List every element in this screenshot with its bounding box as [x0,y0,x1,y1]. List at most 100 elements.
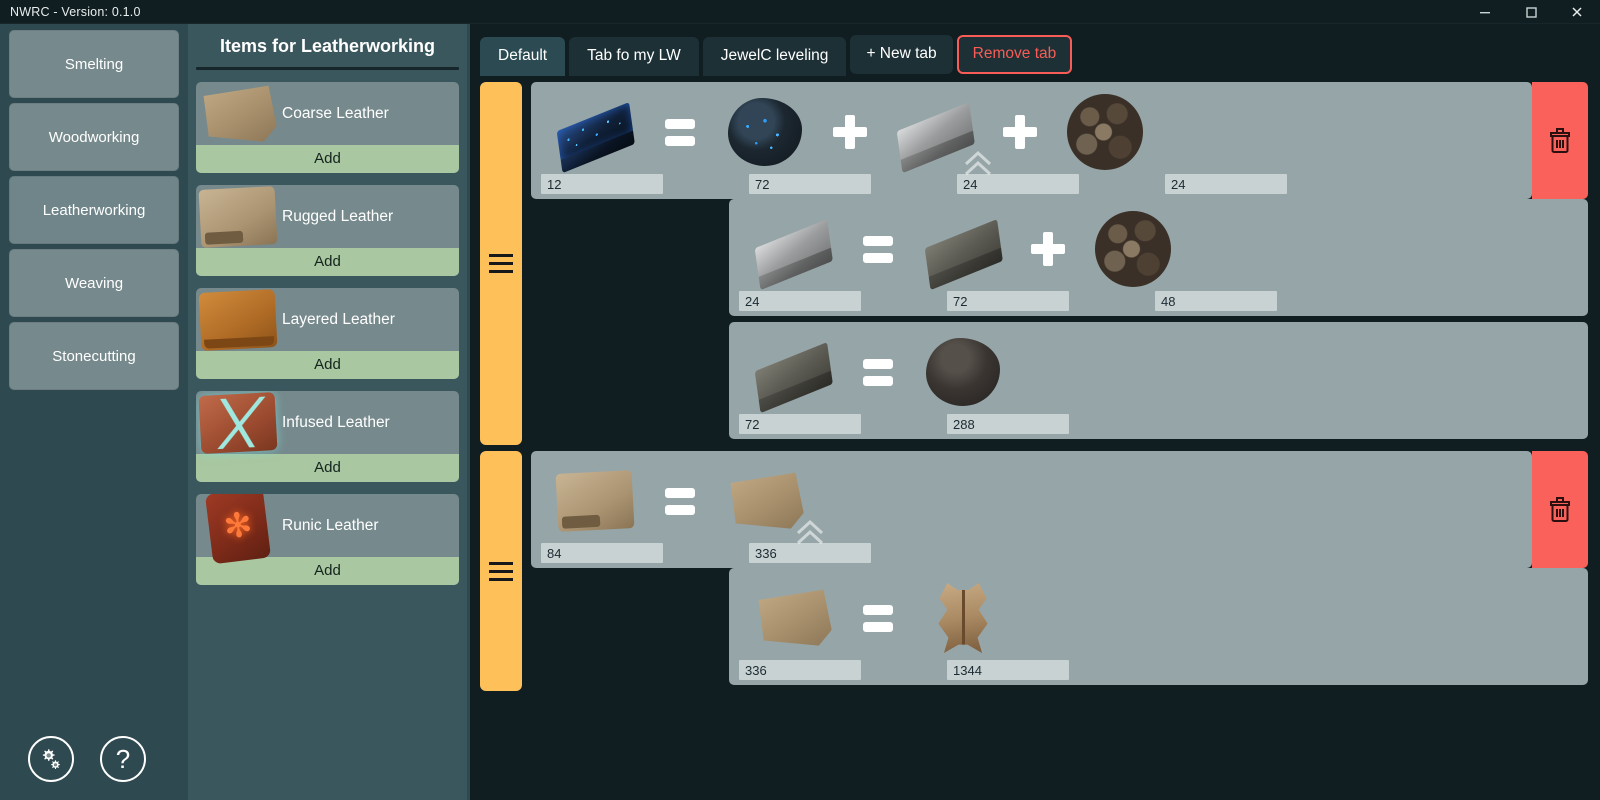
quantity-input[interactable] [541,174,663,194]
infused-leather-icon [198,391,278,454]
item-label: Rugged Leather [282,207,394,225]
gears-icon [42,749,60,769]
layered-leather-icon [198,288,278,351]
charcoal-icon [1079,209,1187,289]
recipe-slot [711,92,819,172]
add-item-button[interactable]: Add [196,454,459,482]
sidebar-item-label: Woodworking [48,128,140,146]
sidebar-item-stonecutting[interactable]: Stonecutting [9,322,179,390]
minimize-icon [1480,11,1490,13]
recipe-row [531,451,1532,568]
plus-icon [999,92,1041,172]
maximize-icon [1526,6,1537,18]
app-body: Smelting Woodworking Leatherworking Weav… [0,24,1600,800]
recipe-slot [909,578,1017,658]
drag-handle[interactable] [480,82,522,445]
items-panel-divider [196,67,459,70]
remove-tab-button[interactable]: Remove tab [956,35,1073,74]
iron-ore-icon [909,332,1017,412]
steel-ingot-icon [739,209,847,289]
question-mark-icon: ? [115,744,131,774]
recipe-row [729,199,1588,316]
tab-bar: Default Tab fo my LW JewelC leveling + N… [470,24,1600,76]
tab-tab-fo-my-lw[interactable]: Tab fo my LW [569,37,699,76]
quantity-input[interactable] [739,414,861,434]
recipe-quantity-fields [531,174,1532,199]
recipe-quantity-fields [531,543,1532,568]
recipe-slot [739,209,847,289]
delete-recipe-button[interactable] [1532,82,1588,199]
recipe-slot [739,578,847,658]
plus-icon [829,92,871,172]
help-button[interactable]: ? [100,736,146,782]
maximize-button[interactable] [1508,0,1554,24]
field-spacer [883,660,925,680]
quantity-input[interactable] [947,660,1069,680]
field-spacer [883,414,925,434]
tab-jewelc-leveling[interactable]: JewelC leveling [702,37,847,76]
sidebar-item-label: Smelting [64,55,124,73]
item-label: Runic Leather [282,516,379,534]
equals-icon [857,209,899,289]
item-row: Runic Leather [196,494,459,564]
equals-icon [857,578,899,658]
quantity-input[interactable] [947,414,1069,434]
quantity-input[interactable] [749,174,871,194]
sidebar: Smelting Woodworking Leatherworking Weav… [0,24,188,800]
item-row: Layered Leather [196,288,459,351]
sidebar-item-label: Weaving [64,274,124,292]
close-button[interactable] [1554,0,1600,24]
settings-button[interactable] [28,736,74,782]
recipe-slots [531,82,1532,176]
recipe-slots [531,451,1532,545]
drag-handle[interactable] [480,451,522,691]
field-spacer [685,174,727,194]
collapse-toggle-button[interactable] [793,517,827,547]
quantity-input[interactable] [1155,291,1277,311]
quantity-input[interactable] [947,291,1069,311]
add-item-button[interactable]: Add [196,248,459,276]
quantity-input[interactable] [1165,174,1287,194]
coarse-leather-icon [711,461,824,545]
close-icon [1572,6,1582,17]
list-item: Coarse Leather Add [196,82,459,173]
recipe-row [729,568,1588,685]
quantity-input[interactable] [739,291,861,311]
item-label: Coarse Leather [282,104,389,122]
recipe-quantity-fields [729,660,1588,685]
starmetal-ingot-icon [541,92,649,172]
recipe-slot [1079,209,1187,289]
sidebar-item-label: Leatherworking [42,201,146,219]
field-spacer [893,174,935,194]
recipe-quantity-fields [729,291,1588,316]
item-row: Coarse Leather [196,82,459,145]
collapse-toggle-button[interactable] [961,148,995,178]
plus-icon [1027,209,1069,289]
recipe-slot [541,92,649,172]
sidebar-item-smelting[interactable]: Smelting [9,30,179,98]
new-tab-button[interactable]: + New tab [850,35,953,74]
recipe-slots [729,199,1588,291]
sidebar-bottom-bar: ? [0,736,188,782]
add-item-button[interactable]: Add [196,145,459,173]
recipe-slots [729,322,1588,414]
field-spacer [883,291,925,311]
items-list: Coarse Leather Add Rugged Leather Add La… [196,82,459,800]
steel-ingot-icon [881,92,992,176]
starmetal-ore-icon [711,92,819,172]
sidebar-item-label: Stonecutting [52,347,136,365]
delete-recipe-button[interactable] [1532,451,1588,568]
rawhide-icon [909,578,1017,658]
quantity-input[interactable] [541,543,663,563]
chevron-double-up-icon [964,150,992,176]
add-item-button[interactable]: Add [196,351,459,379]
quantity-input[interactable] [739,660,861,680]
recipe-slot [1051,92,1159,172]
list-item: Runic Leather Add [196,494,459,585]
trash-icon [1550,496,1570,522]
minimize-button[interactable] [1462,0,1508,24]
tab-default[interactable]: Default [480,37,566,76]
sidebar-item-leatherworking[interactable]: Leatherworking [9,176,179,244]
sidebar-item-weaving[interactable]: Weaving [9,249,179,317]
sidebar-item-woodworking[interactable]: Woodworking [9,103,179,171]
